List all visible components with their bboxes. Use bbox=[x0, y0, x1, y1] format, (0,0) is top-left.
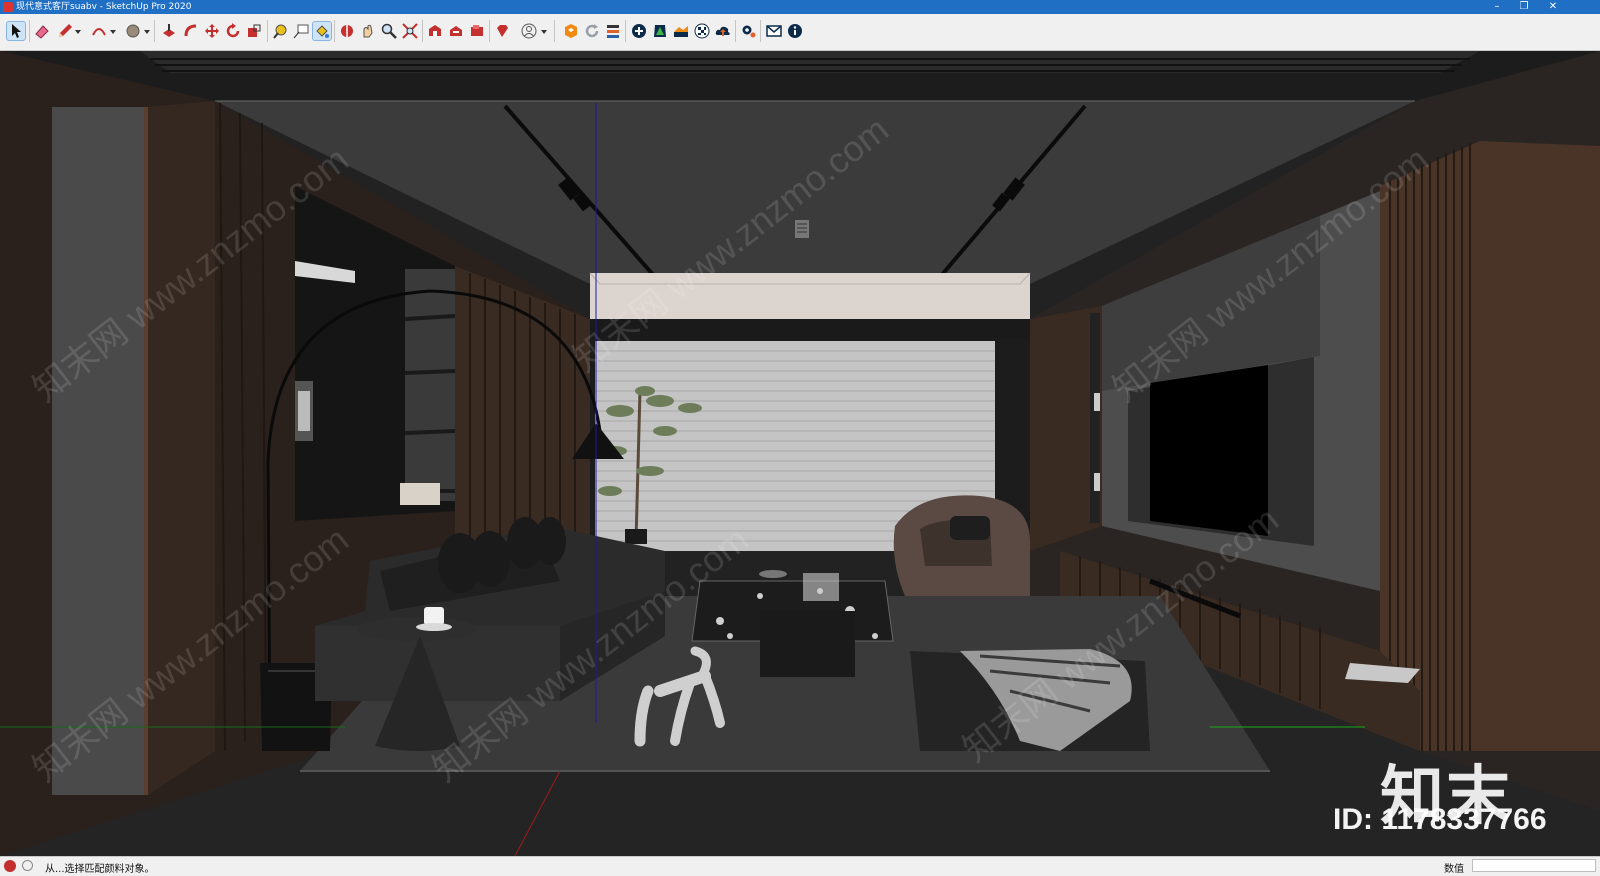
layout-icon bbox=[565, 24, 577, 38]
zoom-icon bbox=[381, 23, 397, 39]
model-viewport[interactable]: 知末网 www.znzmo.com 知末网 www.znzmo.com 知末网 … bbox=[0, 51, 1600, 856]
info-button[interactable] bbox=[786, 22, 804, 40]
toolbar-separator bbox=[29, 20, 30, 42]
share-model-icon bbox=[450, 26, 462, 36]
follow-me-tool-button[interactable] bbox=[182, 22, 200, 40]
eraser-tool-button[interactable] bbox=[33, 22, 51, 40]
measurements-label: 数值 bbox=[1444, 864, 1464, 875]
pan-tool-button[interactable] bbox=[359, 22, 377, 40]
shapes-tool-button[interactable] bbox=[124, 22, 142, 40]
scale-tool-button[interactable] bbox=[245, 22, 263, 40]
move-tool-button[interactable] bbox=[203, 22, 221, 40]
text-icon bbox=[293, 24, 309, 39]
arc-icon bbox=[92, 28, 106, 36]
scale-icon bbox=[248, 24, 261, 37]
pan-icon bbox=[363, 24, 373, 38]
toolbar-separator bbox=[760, 20, 761, 42]
extension-warehouse-button[interactable] bbox=[468, 22, 486, 40]
layers-icon bbox=[607, 25, 619, 38]
tree-button[interactable] bbox=[651, 22, 669, 40]
info-icon bbox=[788, 24, 802, 38]
scene-render bbox=[0, 51, 1600, 856]
follow-me-icon bbox=[184, 24, 197, 37]
zoom-tool-button[interactable] bbox=[380, 22, 398, 40]
tree-icon bbox=[654, 25, 666, 37]
push-pull-icon bbox=[163, 24, 175, 37]
info-status-icon[interactable] bbox=[22, 860, 33, 871]
shapes-dropdown-arrow[interactable] bbox=[144, 30, 150, 34]
warehouse-icon bbox=[429, 25, 441, 36]
cloud-upload-icon bbox=[715, 26, 730, 36]
checker-icon bbox=[694, 23, 710, 39]
select-tool-button[interactable] bbox=[6, 21, 26, 41]
share-model-button[interactable] bbox=[447, 22, 465, 40]
toolbar-separator bbox=[489, 20, 490, 42]
warehouse-button[interactable] bbox=[426, 22, 444, 40]
toolbar-separator bbox=[735, 20, 736, 42]
measurements-input[interactable] bbox=[1472, 859, 1596, 872]
checker-button[interactable] bbox=[693, 22, 711, 40]
move-icon bbox=[205, 24, 219, 38]
ruby-icon bbox=[497, 25, 508, 37]
watermark-id: ID: 1178337766 bbox=[1333, 803, 1547, 836]
user-icon bbox=[521, 23, 537, 39]
sketchup-app-icon bbox=[3, 2, 13, 12]
toolbar-separator bbox=[625, 20, 626, 42]
pencil-icon bbox=[59, 24, 72, 37]
toolbar-separator bbox=[422, 20, 423, 42]
arc-dropdown-arrow[interactable] bbox=[110, 30, 116, 34]
terrain-icon bbox=[674, 26, 688, 37]
mail-button[interactable] bbox=[765, 22, 783, 40]
add-icon bbox=[632, 24, 646, 38]
close-button[interactable]: ✕ bbox=[1540, 0, 1566, 14]
arrow-cursor-icon bbox=[12, 24, 21, 38]
refresh-icon bbox=[585, 24, 599, 38]
line-dropdown-arrow[interactable] bbox=[75, 30, 81, 34]
window-title: 现代意式客厅suabv - SketchUp Pro 2020 bbox=[16, 2, 192, 12]
account-button[interactable] bbox=[520, 22, 538, 40]
restore-button[interactable]: ❐ bbox=[1511, 0, 1537, 14]
toolbar-separator bbox=[267, 20, 268, 42]
status-hint-text: 从...选择匹配颜料对象。 bbox=[45, 864, 155, 875]
layers-button[interactable] bbox=[604, 22, 622, 40]
account-dropdown-arrow[interactable] bbox=[541, 30, 547, 34]
toolbar-separator bbox=[154, 20, 155, 42]
extension-warehouse-icon bbox=[471, 25, 483, 36]
cloud-upload-button[interactable] bbox=[714, 22, 732, 40]
layout-button[interactable] bbox=[562, 22, 580, 40]
mail-icon bbox=[766, 25, 782, 37]
ruby-console-button[interactable] bbox=[493, 22, 511, 40]
minimize-button[interactable]: – bbox=[1484, 0, 1510, 14]
geo-location-icon[interactable] bbox=[4, 860, 16, 872]
toolbar-separator bbox=[554, 20, 555, 42]
orbit-icon bbox=[341, 25, 353, 37]
zoom-extents-icon bbox=[402, 23, 418, 39]
add-button[interactable] bbox=[630, 22, 648, 40]
eraser-icon bbox=[35, 25, 49, 39]
status-bar: 从...选择匹配颜料对象。 数值 bbox=[0, 856, 1600, 876]
orbit-tool-button[interactable] bbox=[338, 22, 356, 40]
paint-bucket-icon bbox=[316, 25, 329, 38]
push-pull-tool-button[interactable] bbox=[160, 22, 178, 40]
rotate-tool-button[interactable] bbox=[224, 22, 242, 40]
refresh-button[interactable] bbox=[583, 22, 601, 40]
paint-bucket-tool-button[interactable] bbox=[312, 21, 332, 41]
settings-button[interactable] bbox=[739, 22, 757, 40]
arc-tool-button[interactable] bbox=[90, 22, 108, 40]
tape-measure-tool-button[interactable] bbox=[271, 22, 289, 40]
gear-icon bbox=[742, 25, 756, 38]
terrain-button[interactable] bbox=[672, 22, 690, 40]
rotate-icon bbox=[226, 23, 240, 38]
tape-measure-icon bbox=[273, 24, 287, 39]
text-tool-button[interactable] bbox=[292, 22, 310, 40]
circle-icon bbox=[126, 24, 140, 38]
toolbar-separator bbox=[334, 20, 335, 42]
title-bar: 现代意式客厅suabv - SketchUp Pro 2020 – ❐ ✕ bbox=[0, 0, 1600, 14]
main-toolbar bbox=[0, 14, 1600, 51]
line-tool-button[interactable] bbox=[56, 22, 74, 40]
zoom-extents-tool-button[interactable] bbox=[401, 22, 419, 40]
